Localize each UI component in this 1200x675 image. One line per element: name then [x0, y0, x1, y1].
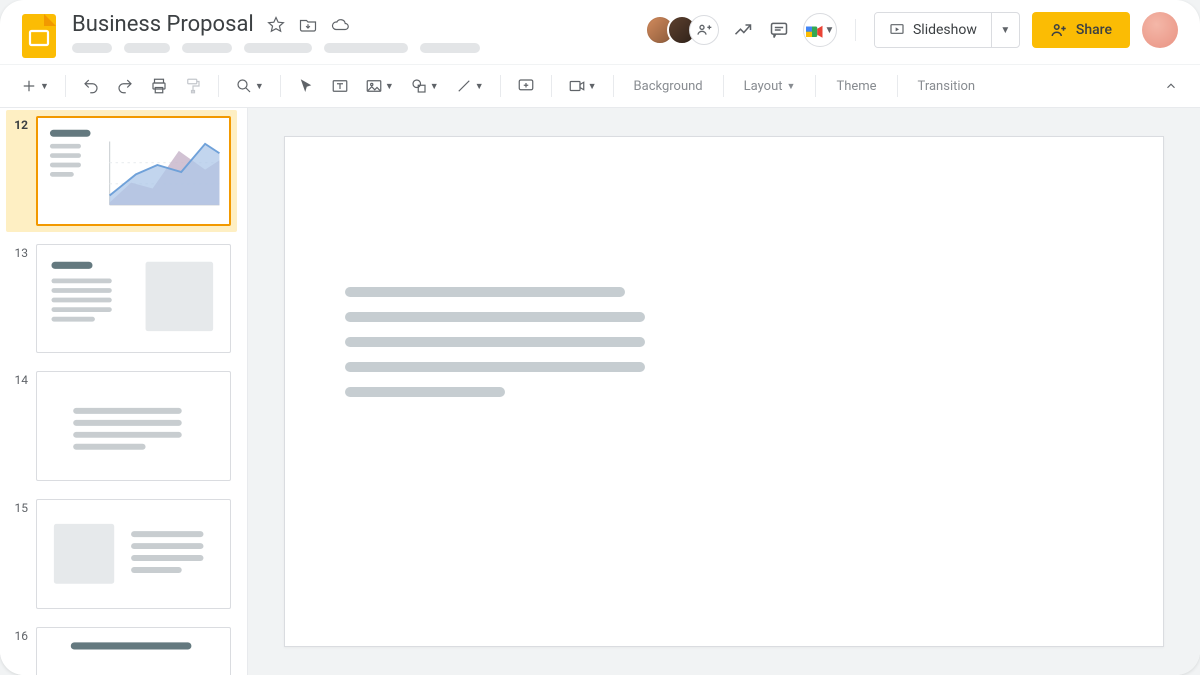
- share-label: Share: [1076, 22, 1112, 38]
- workspace: 12: [0, 108, 1200, 675]
- slide-thumbnail[interactable]: 13: [8, 244, 231, 354]
- placeholder-line: [345, 337, 645, 347]
- placeholder-line: [345, 362, 645, 372]
- placeholder-line: [345, 287, 625, 297]
- select-tool-button[interactable]: [291, 71, 321, 101]
- textbox-button[interactable]: [325, 71, 355, 101]
- star-icon[interactable]: [266, 15, 286, 35]
- new-slide-button[interactable]: ▼: [14, 71, 55, 101]
- image-button[interactable]: ▼: [359, 71, 400, 101]
- collapse-toolbar-button[interactable]: [1156, 71, 1186, 101]
- zoom-button[interactable]: ▼: [229, 71, 270, 101]
- undo-button[interactable]: [76, 71, 106, 101]
- paint-format-button[interactable]: [178, 71, 208, 101]
- slide-thumbnail[interactable]: 14: [8, 371, 231, 481]
- placeholder-line: [345, 312, 645, 322]
- cloud-status-icon[interactable]: [330, 15, 350, 35]
- canvas-area[interactable]: [248, 108, 1200, 675]
- placeholder-line: [345, 387, 505, 397]
- presence-more-badge[interactable]: [689, 15, 719, 45]
- shape-button[interactable]: ▼: [404, 71, 445, 101]
- background-button[interactable]: Background: [624, 71, 713, 101]
- version-history-icon[interactable]: [731, 18, 755, 42]
- add-comment-button[interactable]: [511, 71, 541, 101]
- move-folder-icon[interactable]: [298, 15, 318, 35]
- slideshow-button-group: Slideshow ▼: [874, 12, 1020, 48]
- print-button[interactable]: [144, 71, 174, 101]
- slides-logo[interactable]: [22, 14, 56, 58]
- slide-canvas[interactable]: [284, 136, 1164, 647]
- layout-button[interactable]: Layout▼: [734, 71, 806, 101]
- slideshow-options-button[interactable]: ▼: [991, 13, 1019, 47]
- share-button[interactable]: Share: [1032, 12, 1130, 48]
- slide-number: 13: [8, 244, 28, 260]
- slide-thumbnail[interactable]: 12: [6, 110, 237, 232]
- toolbar: ▼ ▼ ▼ ▼ ▼ ▼ Background Layout▼ Theme Tra…: [0, 65, 1200, 108]
- slide-number: 14: [8, 371, 28, 387]
- transition-button[interactable]: Transition: [908, 71, 986, 101]
- document-title[interactable]: Business Proposal: [72, 12, 254, 37]
- meet-button[interactable]: ▼: [803, 13, 837, 47]
- account-avatar[interactable]: [1142, 12, 1178, 48]
- slide-number: 16: [8, 627, 28, 643]
- chevron-down-icon: ▼: [825, 25, 835, 36]
- slide-number: 12: [8, 116, 28, 132]
- slide-number: 15: [8, 499, 28, 515]
- slide-filmstrip[interactable]: 12: [0, 108, 248, 675]
- slideshow-button[interactable]: Slideshow: [875, 13, 991, 47]
- slideshow-label: Slideshow: [913, 22, 977, 38]
- video-button[interactable]: ▼: [562, 71, 603, 101]
- slide-thumbnail[interactable]: 15: [8, 499, 231, 609]
- comments-icon[interactable]: [767, 18, 791, 42]
- presence-avatars[interactable]: [645, 15, 719, 45]
- theme-button[interactable]: Theme: [826, 71, 886, 101]
- line-button[interactable]: ▼: [449, 71, 490, 101]
- slide-thumbnail[interactable]: 16: [8, 627, 231, 675]
- menu-bar-placeholder: [72, 43, 629, 53]
- title-bar: Business Proposal: [0, 0, 1200, 65]
- redo-button[interactable]: [110, 71, 140, 101]
